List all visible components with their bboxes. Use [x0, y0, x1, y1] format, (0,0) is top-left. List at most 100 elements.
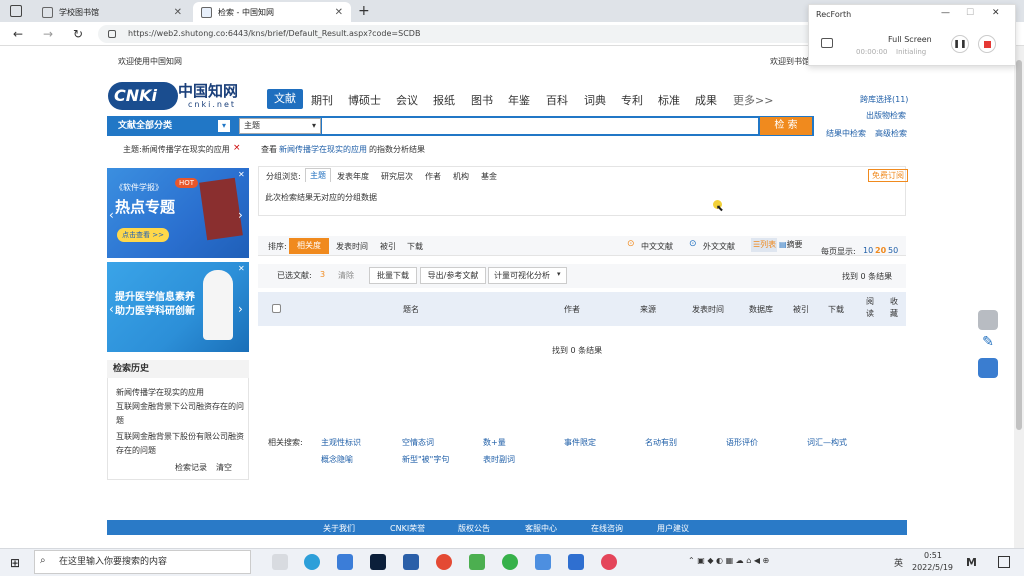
- search-in-results-link[interactable]: 结果中检索: [826, 128, 866, 139]
- history-item[interactable]: 互联网金融背景下公司融资存在的问题: [116, 400, 244, 428]
- group-tab-author[interactable]: 作者: [425, 171, 441, 182]
- advanced-search-link[interactable]: 高级检索: [875, 128, 907, 139]
- photoshop-icon[interactable]: [370, 554, 386, 570]
- minimize-icon[interactable]: —: [941, 8, 950, 18]
- footer-link[interactable]: 在线咨询: [591, 523, 623, 534]
- visual-analysis-select[interactable]: 计量可视化分析: [488, 267, 567, 284]
- cross-db-link[interactable]: 跨库选择(11): [860, 94, 908, 105]
- close-tab-icon[interactable]: ✕: [335, 7, 343, 18]
- foreign-literature-link[interactable]: 外文文献: [703, 241, 735, 252]
- sort-cited[interactable]: 被引: [380, 241, 396, 252]
- pause-icon[interactable]: ❚❚: [951, 35, 969, 53]
- hot-topic-banner[interactable]: 《软件学报》 热点专题 HOT 点击查看 >> ‹ › ✕: [107, 168, 249, 258]
- taskbar-search-input[interactable]: 在这里输入你要搜索的内容: [34, 550, 251, 574]
- group-tab-topic[interactable]: 主题: [305, 168, 331, 182]
- sort-download[interactable]: 下载: [407, 241, 423, 252]
- nav-yearbook[interactable]: 年鉴: [508, 92, 530, 108]
- windows-start-icon[interactable]: ⊞: [10, 556, 20, 570]
- note-icon[interactable]: [978, 358, 998, 378]
- refresh-icon[interactable]: ↻: [70, 25, 86, 43]
- phone-icon[interactable]: [568, 554, 584, 570]
- view-abstract-button[interactable]: ▤摘要: [779, 238, 805, 252]
- new-tab-icon[interactable]: +: [358, 3, 370, 19]
- per-page-50[interactable]: 50: [888, 246, 898, 255]
- nav-newspaper[interactable]: 报纸: [433, 92, 455, 108]
- search-field-select[interactable]: 主题: [239, 118, 321, 134]
- notification-icon[interactable]: [998, 556, 1010, 568]
- related-link[interactable]: 空情态词: [402, 437, 434, 448]
- nav-achievement[interactable]: 成果: [695, 92, 717, 108]
- group-tab-institution[interactable]: 机构: [453, 171, 469, 182]
- group-tab-year[interactable]: 发表年度: [337, 171, 369, 182]
- nav-conference[interactable]: 会议: [396, 92, 418, 108]
- nav-literature[interactable]: 文献: [267, 89, 303, 109]
- mail-icon[interactable]: [337, 554, 353, 570]
- play-icon[interactable]: [469, 554, 485, 570]
- related-link[interactable]: 语形评价: [726, 437, 758, 448]
- free-subscribe-button[interactable]: 免费订阅: [868, 169, 908, 182]
- related-link[interactable]: 词汇—构式: [807, 437, 847, 448]
- nav-patent[interactable]: 专利: [621, 92, 643, 108]
- publication-search-link[interactable]: 出版物检索: [866, 110, 906, 121]
- media-icon[interactable]: [403, 554, 419, 570]
- close-tab-icon[interactable]: ✕: [174, 7, 182, 18]
- view-button[interactable]: 点击查看 >>: [117, 228, 169, 242]
- system-tray-icons[interactable]: ⌃ ▣ ◆ ◐ ▦ ☁ ⌂ ◀ ⊕: [688, 556, 769, 565]
- history-records-link[interactable]: 检索记录: [175, 462, 207, 473]
- maximize-icon[interactable]: ☐: [966, 8, 974, 18]
- view-list-button[interactable]: ☰列表: [751, 238, 777, 252]
- clear-link[interactable]: 清除: [338, 270, 354, 281]
- nav-dictionary[interactable]: 词典: [584, 92, 606, 108]
- app-m-icon[interactable]: M: [966, 556, 977, 569]
- nav-standard[interactable]: 标准: [658, 92, 680, 108]
- related-link[interactable]: 名动有别: [645, 437, 677, 448]
- nav-thesis[interactable]: 博硕士: [348, 92, 381, 108]
- help-chat-icon[interactable]: [978, 310, 998, 330]
- group-tab-level[interactable]: 研究层次: [381, 171, 413, 182]
- sort-time[interactable]: 发表时间: [336, 241, 368, 252]
- related-link[interactable]: 概念隐喻: [321, 454, 353, 465]
- clear-history-link[interactable]: 清空: [216, 462, 232, 473]
- nav-more[interactable]: 更多>>: [733, 92, 773, 108]
- related-link[interactable]: 事件限定: [564, 437, 596, 448]
- task-view-icon[interactable]: [272, 554, 288, 570]
- per-page-20[interactable]: 20: [875, 246, 886, 255]
- close-icon[interactable]: ✕: [992, 8, 1000, 18]
- history-item[interactable]: 互联网金融背景下股份有限公司融资存在的问题: [116, 430, 244, 458]
- next-arrow-icon[interactable]: ›: [238, 208, 243, 222]
- medical-banner[interactable]: 提升医学信息素养 助力医学科研创新 ‹ › ✕: [107, 262, 249, 352]
- window-menu-icon[interactable]: [10, 5, 22, 17]
- export-button[interactable]: 导出/参考文献: [420, 267, 486, 284]
- store-icon[interactable]: [535, 554, 551, 570]
- tab-cnki-search[interactable]: 检索 - 中国知网 ✕: [193, 2, 351, 22]
- stop-button[interactable]: [978, 35, 996, 53]
- forward-icon[interactable]: →: [40, 25, 56, 43]
- select-all-checkbox[interactable]: [272, 304, 281, 313]
- chevron-down-icon[interactable]: ▾: [218, 120, 230, 132]
- nav-journal[interactable]: 期刊: [311, 92, 333, 108]
- category-select[interactable]: 文献全部分类: [118, 116, 172, 136]
- footer-link[interactable]: 关于我们: [323, 523, 355, 534]
- address-field[interactable]: https://web2.shutong.co:6443/kns/brief/D…: [98, 25, 818, 43]
- wechat-icon[interactable]: [502, 554, 518, 570]
- footer-link[interactable]: CNKI荣誉: [390, 523, 425, 534]
- batch-download-button[interactable]: 批量下载: [369, 267, 417, 284]
- footer-link[interactable]: 客服中心: [525, 523, 557, 534]
- close-banner-icon[interactable]: ✕: [238, 264, 245, 273]
- edge-icon[interactable]: [304, 554, 320, 570]
- prev-arrow-icon[interactable]: ‹: [109, 208, 114, 222]
- analysis-topic-link[interactable]: 新闻传播学在现实的应用: [279, 144, 367, 155]
- related-link[interactable]: 表时副词: [483, 454, 515, 465]
- tab-school-library[interactable]: 学校图书馆 ✕: [34, 2, 190, 22]
- search-button[interactable]: 检 索: [760, 117, 812, 135]
- search-input[interactable]: [322, 118, 758, 134]
- chinese-literature-link[interactable]: 中文文献: [641, 241, 673, 252]
- related-link[interactable]: 数+量: [483, 437, 506, 448]
- remove-topic-icon[interactable]: ×: [233, 143, 241, 153]
- recorder-app-icon[interactable]: [601, 554, 617, 570]
- chrome-icon[interactable]: [436, 554, 452, 570]
- sort-relevance[interactable]: 相关度: [289, 238, 329, 254]
- ime-indicator[interactable]: 英: [894, 556, 903, 569]
- nav-encyclopedia[interactable]: 百科: [546, 92, 568, 108]
- nav-book[interactable]: 图书: [471, 92, 493, 108]
